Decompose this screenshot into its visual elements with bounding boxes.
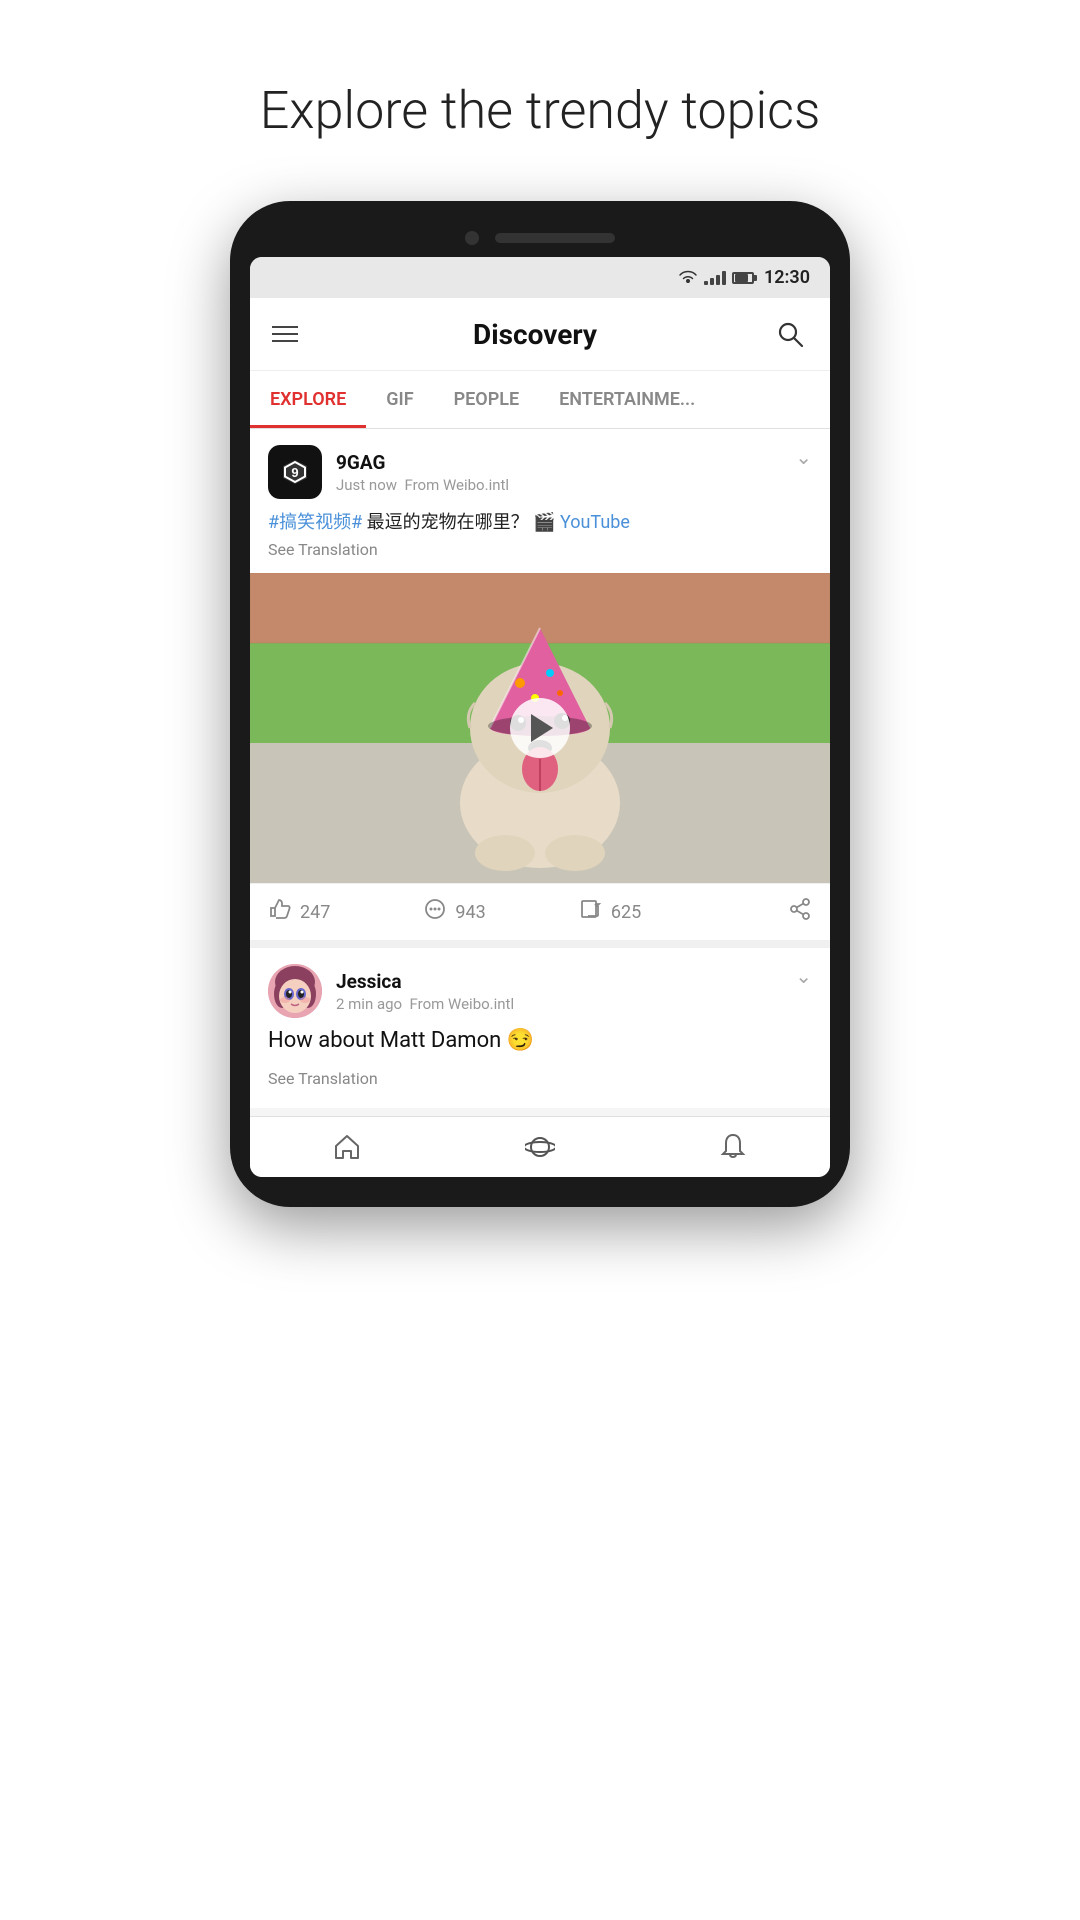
wifi-icon xyxy=(678,270,698,286)
play-button[interactable] xyxy=(510,698,570,758)
post-header: Jessica 2 min ago From Weibo.intl ⌄ xyxy=(250,948,830,1028)
nav-notifications[interactable] xyxy=(637,1117,830,1177)
page-title: Explore the trendy topics xyxy=(260,80,821,141)
chevron-down-icon[interactable]: ⌄ xyxy=(795,964,812,988)
planet-icon xyxy=(525,1133,555,1161)
search-icon xyxy=(776,320,804,348)
tab-bar: EXPLORE GIF PEOPLE ENTERTAINME... xyxy=(250,371,830,429)
poster-info: Jessica 2 min ago From Weibo.intl xyxy=(336,970,514,1013)
battery-icon xyxy=(732,272,754,284)
status-icons: 12:30 xyxy=(678,267,810,288)
comment-button[interactable]: 943 xyxy=(423,898,578,926)
signal-icon xyxy=(704,271,726,285)
comment-count: 943 xyxy=(455,902,485,923)
phone-frame: 12:30 Discovery EXPLORE GIF xyxy=(230,201,850,1207)
like-button[interactable]: 247 xyxy=(268,898,423,926)
home-icon xyxy=(333,1133,361,1161)
post-card: 9 9GAG Just now From Weibo.intl ⌄ # xyxy=(250,429,830,940)
menu-button[interactable] xyxy=(272,326,298,342)
nav-home[interactable] xyxy=(250,1117,443,1177)
top-bar: Discovery xyxy=(250,298,830,371)
phone-notch xyxy=(250,231,830,245)
post-text: How about Matt Damon 😏 xyxy=(250,1028,830,1065)
like-count: 247 xyxy=(300,902,330,923)
repost-count: 625 xyxy=(611,902,641,923)
bell-icon xyxy=(720,1133,746,1161)
repost-button[interactable]: 625 xyxy=(579,898,734,926)
play-icon xyxy=(531,714,553,742)
app-title: Discovery xyxy=(473,318,597,351)
tab-entertainment[interactable]: ENTERTAINME... xyxy=(539,371,715,428)
poster-info: 9GAG Just now From Weibo.intl xyxy=(336,451,509,494)
post-meta: Just now From Weibo.intl xyxy=(336,476,509,494)
avatar: 9 xyxy=(268,445,322,499)
avatar xyxy=(268,964,322,1018)
phone-camera xyxy=(465,231,479,245)
video-icon: 🎬 xyxy=(533,512,555,533)
post-header: 9 9GAG Just now From Weibo.intl ⌄ xyxy=(250,429,830,509)
post-card: Jessica 2 min ago From Weibo.intl ⌄ How … xyxy=(250,948,830,1108)
poster-name: 9GAG xyxy=(336,451,509,474)
youtube-link[interactable]: YouTube xyxy=(560,512,630,533)
post-actions: 247 943 xyxy=(250,883,830,940)
phone-speaker xyxy=(495,233,615,243)
status-bar: 12:30 xyxy=(250,257,830,298)
chevron-down-icon[interactable]: ⌄ xyxy=(795,445,812,469)
see-translation-link[interactable]: See Translation xyxy=(250,1065,830,1108)
post-text: #搞笑视频# 最逗的宠物在哪里？ 🎬 YouTube See Translati… xyxy=(250,509,830,573)
bottom-nav xyxy=(250,1116,830,1177)
hashtag-text[interactable]: #搞笑视频# xyxy=(268,512,362,533)
phone-screen: 12:30 Discovery EXPLORE GIF xyxy=(250,257,830,1177)
poster-name: Jessica xyxy=(336,970,514,993)
search-button[interactable] xyxy=(772,316,808,352)
tab-gif[interactable]: GIF xyxy=(366,371,433,428)
like-icon xyxy=(268,898,292,926)
tab-explore[interactable]: EXPLORE xyxy=(250,371,366,428)
post-video-thumbnail[interactable] xyxy=(250,573,830,883)
see-translation-link[interactable]: See Translation xyxy=(268,540,378,559)
post-body-text: 最逗的宠物在哪里？ xyxy=(367,512,529,533)
post-meta: 2 min ago From Weibo.intl xyxy=(336,995,514,1013)
repost-icon xyxy=(579,898,603,926)
svg-text:9: 9 xyxy=(291,465,298,480)
tab-people[interactable]: PEOPLE xyxy=(434,371,540,428)
feed-content: 9 9GAG Just now From Weibo.intl ⌄ # xyxy=(250,429,830,1108)
comment-icon xyxy=(423,898,447,926)
status-time: 12:30 xyxy=(764,267,810,288)
share-button[interactable] xyxy=(734,898,812,926)
share-icon xyxy=(788,898,812,926)
nav-discover[interactable] xyxy=(443,1117,636,1177)
